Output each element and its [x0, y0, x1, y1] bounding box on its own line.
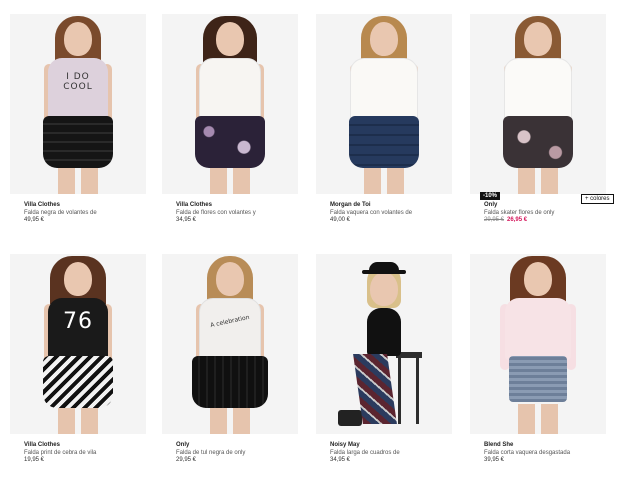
product-description[interactable]: Falda negra de volantes de [24, 210, 97, 216]
old-price: 29,95 € [484, 217, 505, 223]
product-image[interactable] [162, 14, 298, 194]
discount-badge: -10% [480, 192, 501, 200]
product-description[interactable]: Falda larga de cuadros de [330, 450, 400, 456]
product-description[interactable]: Falda de flores con volantes y [176, 210, 256, 216]
product-description[interactable]: Falda vaquera con volantes de [330, 210, 412, 216]
product-brand[interactable]: Villa Clothes [176, 202, 212, 208]
product-price: 39,95 € [484, 457, 505, 463]
product-image[interactable]: A celebration [162, 254, 298, 434]
sale-price: 26,95 € [507, 217, 528, 223]
product-description[interactable]: Falda de tul negra de only [176, 450, 245, 456]
product-description[interactable]: Falda skater flores de only [484, 210, 554, 216]
shirt-print: I DO COOL [63, 72, 93, 92]
product-brand[interactable]: Only [176, 442, 189, 448]
product-description[interactable]: Falda print de cebra de vila [24, 450, 96, 456]
product-image[interactable]: 76 [10, 254, 146, 434]
product-image[interactable] [470, 254, 606, 434]
product-image[interactable] [316, 14, 452, 194]
product-price: 49,00 € [330, 217, 351, 223]
product-image[interactable] [470, 14, 606, 194]
product-grid: I DO COOL Villa Clothes Falda negra de v… [0, 0, 622, 482]
product-image[interactable] [316, 254, 452, 434]
product-price: 49,95 € [24, 217, 45, 223]
product-brand[interactable]: Villa Clothes [24, 202, 60, 208]
product-brand[interactable]: Villa Clothes [24, 442, 60, 448]
product-price: 29,95 €26,95 € [484, 217, 527, 223]
product-brand[interactable]: Noisy May [330, 442, 360, 448]
shirt-print: A celebration [209, 313, 251, 330]
product-price: 34,95 € [176, 217, 197, 223]
product-image[interactable]: I DO COOL [10, 14, 146, 194]
product-brand[interactable]: Only [484, 202, 497, 208]
product-price: 29,95 € [176, 457, 197, 463]
product-brand[interactable]: Morgan de Toi [330, 202, 371, 208]
product-brand[interactable]: Blend She [484, 442, 513, 448]
product-description[interactable]: Falda corta vaquera desgastada [484, 450, 570, 456]
shirt-print: 76 [63, 309, 93, 334]
product-price: 34,95 € [330, 457, 351, 463]
more-colors-button[interactable]: + colores [581, 194, 614, 204]
product-price: 19,95 € [24, 457, 45, 463]
